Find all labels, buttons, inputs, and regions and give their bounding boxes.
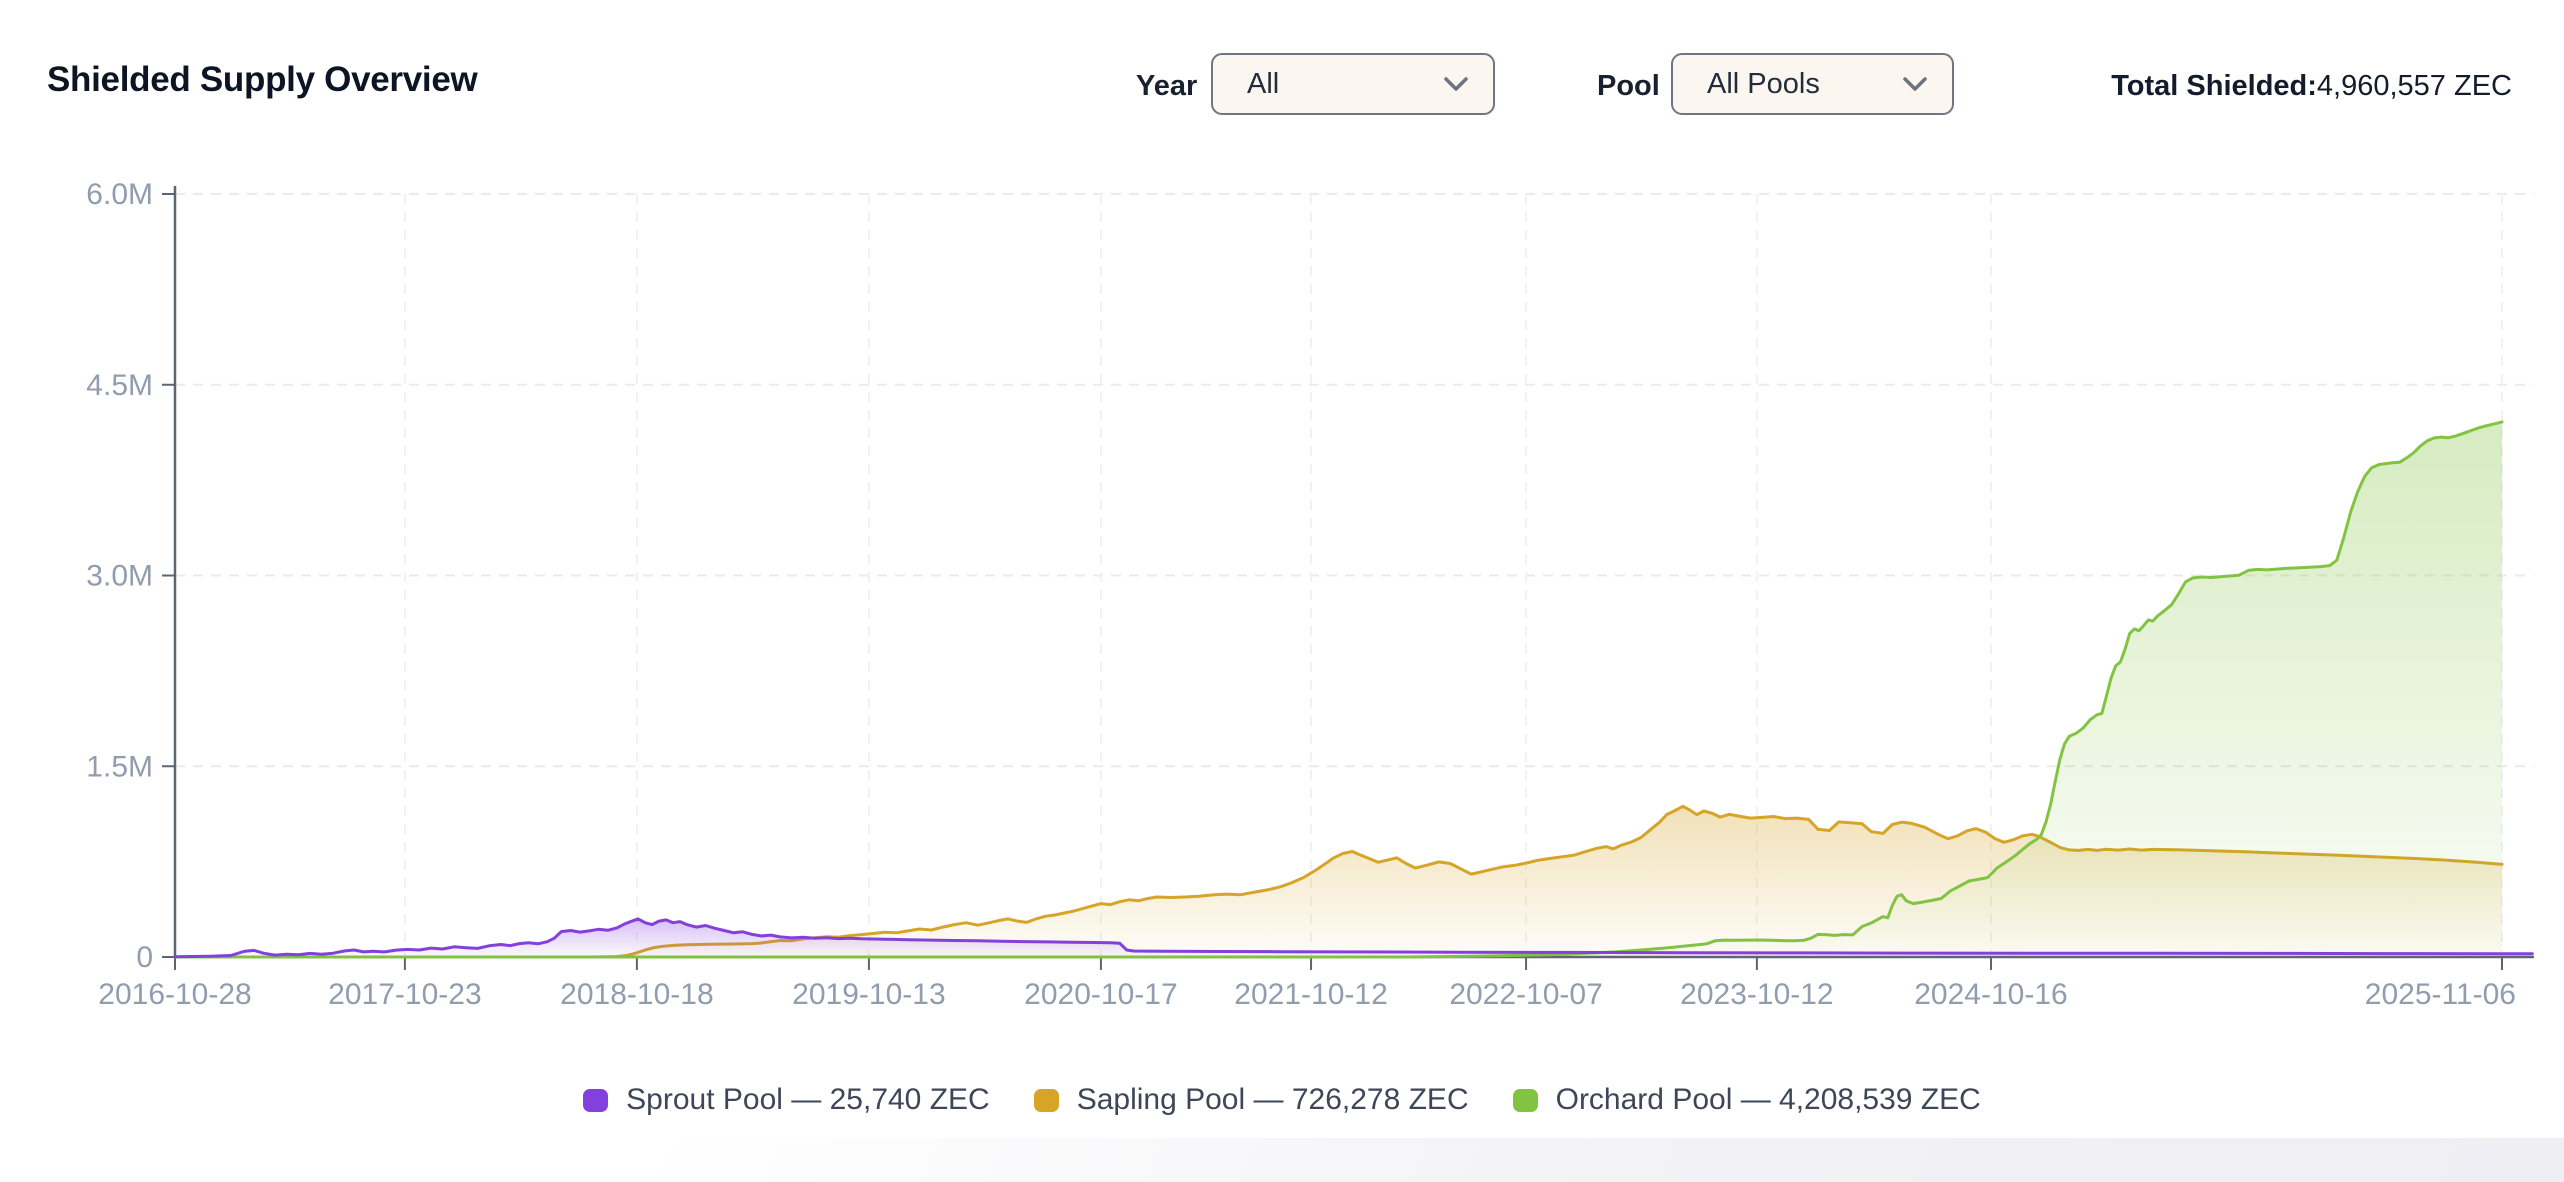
x-tick-label: 2024-10-16 xyxy=(1914,978,2067,1011)
x-tick-label: 2025-11-06 xyxy=(2365,978,2516,1011)
legend-label-orchard: Orchard Pool — 4,208,539 ZEC xyxy=(1556,1083,1981,1117)
y-tick-label: 0 xyxy=(136,941,153,974)
legend-label-sapling: Sapling Pool — 726,278 ZEC xyxy=(1077,1083,1469,1117)
y-tick-label: 6.0M xyxy=(86,178,153,211)
legend-item-sprout[interactable]: Sprout Pool — 25,740 ZEC xyxy=(583,1083,990,1117)
x-tick-label: 2019-10-13 xyxy=(792,978,945,1011)
next-card-top-edge xyxy=(430,1138,2564,1182)
supply-chart-svg: 6.0M 4.5M 3.0M 1.5M 0 2016-10-28 2017-10-23 201… xyxy=(0,0,2564,1182)
chart-canvas[interactable]: 6.0M 4.5M 3.0M 1.5M 0 2016-10-28 2017-10-23 201… xyxy=(0,0,2564,1182)
legend-label-sprout: Sprout Pool — 25,740 ZEC xyxy=(626,1083,990,1117)
x-tick-label: 2021-10-12 xyxy=(1234,978,1387,1011)
shielded-supply-panel: Shielded Supply Overview Year All Pool A… xyxy=(0,0,2564,1182)
x-tick-label: 2020-10-17 xyxy=(1024,978,1177,1011)
y-tick-label: 1.5M xyxy=(86,750,153,783)
sapling-swatch-icon xyxy=(1034,1089,1059,1112)
x-tick-label: 2023-10-12 xyxy=(1680,978,1833,1011)
x-tick-label: 2017-10-23 xyxy=(328,978,481,1011)
y-tick-label: 4.5M xyxy=(86,369,153,402)
x-tick-label: 2016-10-28 xyxy=(98,978,251,1011)
legend-item-sapling[interactable]: Sapling Pool — 726,278 ZEC xyxy=(1034,1083,1469,1117)
x-tick-label: 2022-10-07 xyxy=(1449,978,1602,1011)
y-tick-label: 3.0M xyxy=(86,560,153,593)
sprout-swatch-icon xyxy=(583,1089,608,1112)
orchard-swatch-icon xyxy=(1513,1089,1538,1112)
x-tick-label: 2018-10-18 xyxy=(560,978,713,1011)
chart-legend: Sprout Pool — 25,740 ZEC Sapling Pool — … xyxy=(0,1080,2564,1120)
legend-item-orchard[interactable]: Orchard Pool — 4,208,539 ZEC xyxy=(1513,1083,1981,1117)
